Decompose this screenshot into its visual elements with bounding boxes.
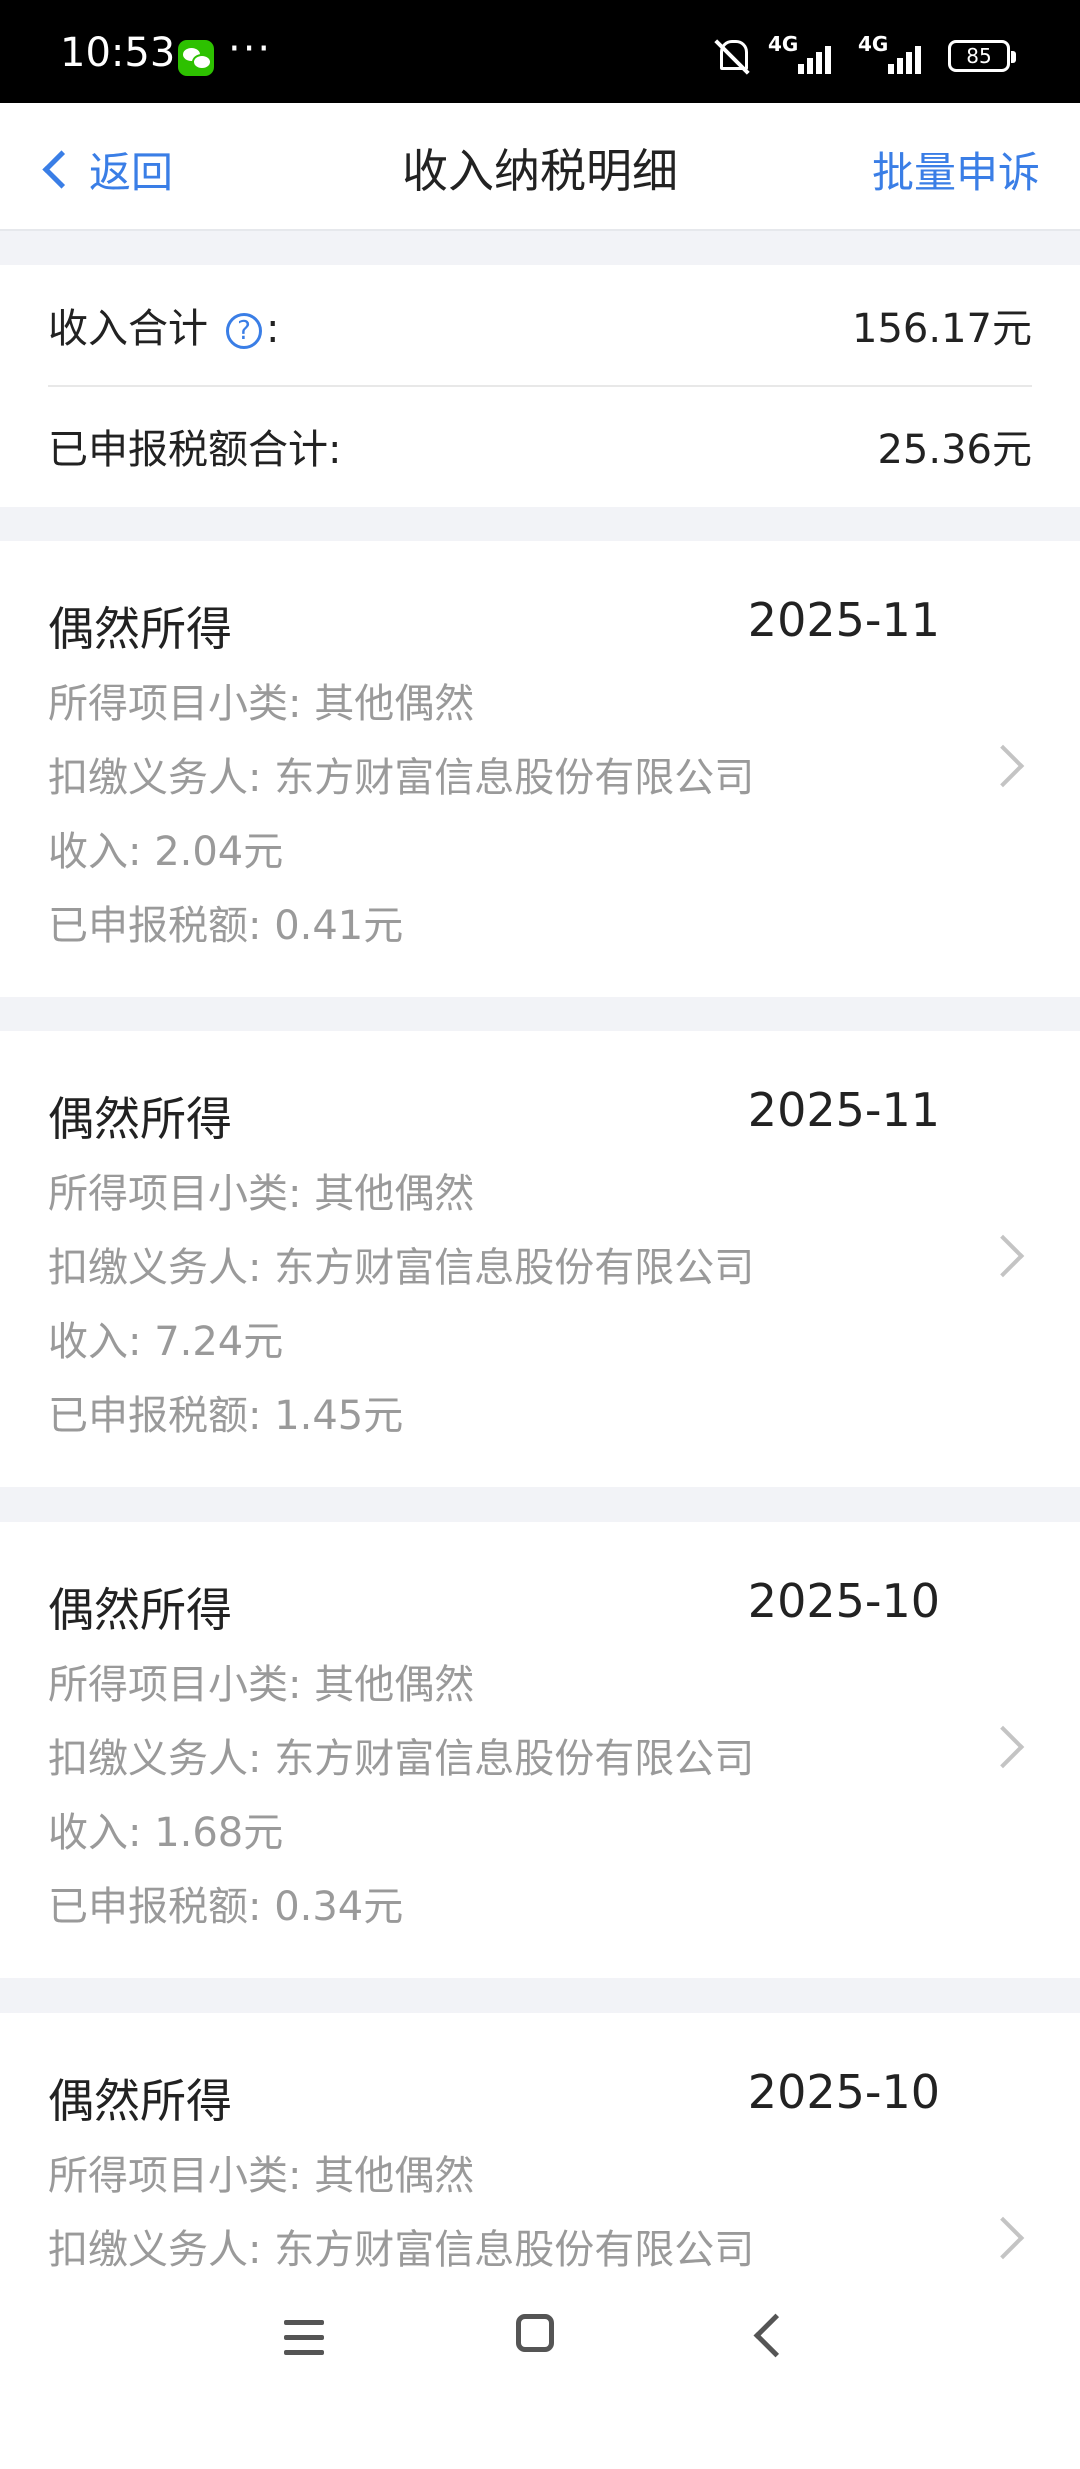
- more-notifications-icon: ···: [228, 26, 273, 72]
- record-card[interactable]: 偶然所得 2025-11 所得项目小类: 其他偶然 扣缴义务人: 东方财富信息股…: [0, 1031, 1080, 1487]
- record-card[interactable]: 偶然所得 2025-10 所得项目小类: 其他偶然 扣缴义务人: 东方财富信息股…: [0, 1522, 1080, 1978]
- chevron-right-icon: [981, 744, 1025, 788]
- signal-label: 4G: [858, 32, 889, 56]
- record-subcategory: 所得项目小类: 其他偶然: [48, 681, 475, 727]
- system-nav-bar: [0, 2280, 1080, 2400]
- batch-appeal-button[interactable]: 批量申诉: [872, 139, 1040, 200]
- record-withholder: 扣缴义务人: 东方财富信息股份有限公司: [48, 755, 755, 801]
- record-type: 偶然所得: [48, 602, 232, 656]
- back-nav-icon[interactable]: [753, 2313, 798, 2358]
- record-date: 2025-10: [747, 1574, 940, 1628]
- record-card[interactable]: 偶然所得 2025-10 所得项目小类: 其他偶然 扣缴义务人: 东方财富信息股…: [0, 2013, 1080, 2469]
- tax-total-row: 已申报税额合计: 25.36元: [48, 385, 1032, 507]
- record-card[interactable]: 偶然所得 2025-11 所得项目小类: 其他偶然 扣缴义务人: 东方财富信息股…: [0, 541, 1080, 997]
- record-income: 收入: 1.68元: [48, 1810, 284, 1856]
- status-time: 10:53: [60, 30, 176, 76]
- battery-icon: 85: [948, 40, 1016, 72]
- home-icon[interactable]: [516, 2314, 554, 2352]
- signal-label: 4G: [768, 32, 799, 56]
- menu-icon[interactable]: [284, 2320, 324, 2356]
- chevron-right-icon: [981, 1234, 1025, 1278]
- record-date: 2025-10: [747, 2065, 940, 2119]
- record-withholder: 扣缴义务人: 东方财富信息股份有限公司: [48, 1245, 755, 1291]
- record-tax: 已申报税额: 1.45元: [48, 1393, 404, 1439]
- income-total-row: 收入合计?: 156.17元: [48, 265, 1032, 387]
- signal-icon: 4G: [768, 32, 844, 76]
- mute-icon: [712, 36, 754, 76]
- record-income: 收入: 2.04元: [48, 829, 284, 875]
- status-bar: 10:53 ··· 4G 4G 85: [0, 0, 1080, 103]
- income-total-label: 收入合计: [48, 306, 208, 352]
- income-total-value: 156.17元: [852, 306, 1032, 352]
- wechat-notification-icon: [178, 40, 214, 76]
- chevron-right-icon: [981, 1725, 1025, 1769]
- tax-total-label: 已申报税额合计:: [48, 427, 342, 473]
- record-type: 偶然所得: [48, 2074, 232, 2128]
- income-total-label-group: 收入合计?:: [48, 296, 279, 354]
- record-withholder: 扣缴义务人: 东方财富信息股份有限公司: [48, 2227, 755, 2273]
- record-type: 偶然所得: [48, 1583, 232, 1637]
- record-tax: 已申报税额: 0.41元: [48, 903, 404, 949]
- record-tax: 已申报税额: 0.34元: [48, 1884, 404, 1930]
- chevron-right-icon: [981, 2216, 1025, 2260]
- record-type: 偶然所得: [48, 1092, 232, 1146]
- summary-card: 收入合计?: 156.17元 已申报税额合计: 25.36元: [0, 265, 1080, 507]
- record-subcategory: 所得项目小类: 其他偶然: [48, 1662, 475, 1708]
- battery-level: 85: [966, 44, 992, 68]
- nav-bar: 返回 收入纳税明细 批量申诉: [0, 103, 1080, 231]
- income-total-colon: :: [266, 306, 280, 352]
- record-date: 2025-11: [747, 1083, 940, 1137]
- help-icon[interactable]: ?: [226, 313, 262, 349]
- signal-icon: 4G: [858, 32, 934, 76]
- record-date: 2025-11: [747, 593, 940, 647]
- record-withholder: 扣缴义务人: 东方财富信息股份有限公司: [48, 1736, 755, 1782]
- record-subcategory: 所得项目小类: 其他偶然: [48, 2153, 475, 2199]
- record-income: 收入: 7.24元: [48, 1319, 284, 1365]
- record-subcategory: 所得项目小类: 其他偶然: [48, 1171, 475, 1217]
- tax-total-value: 25.36元: [877, 427, 1032, 473]
